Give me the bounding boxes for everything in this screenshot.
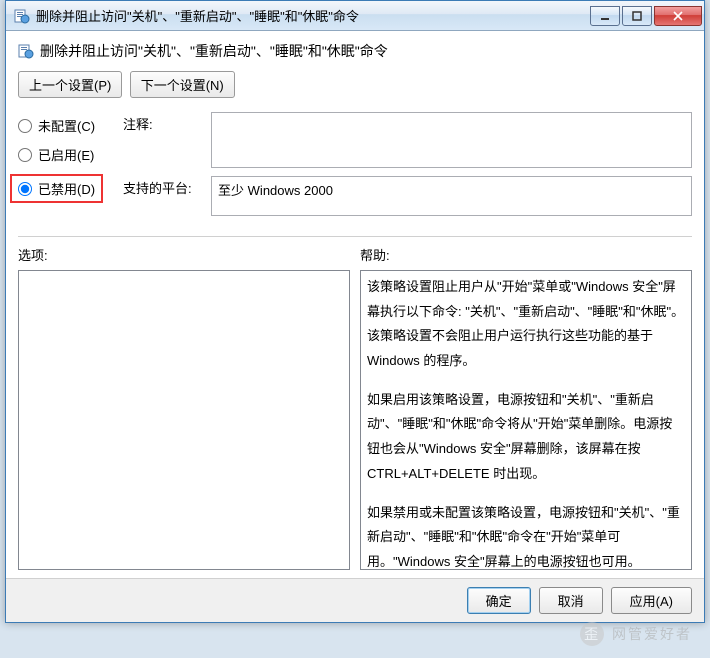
options-column: 选项: xyxy=(18,245,350,570)
separator xyxy=(18,236,692,237)
radio-disabled-label: 已禁用(D) xyxy=(38,179,95,198)
dialog-content: 删除并阻止访问"关机"、"重新启动"、"睡眠"和"休眠"命令 上一个设置(P) … xyxy=(6,31,704,578)
prev-setting-button[interactable]: 上一个设置(P) xyxy=(18,71,122,98)
radio-disabled[interactable]: 已禁用(D) xyxy=(10,174,103,203)
header-row: 删除并阻止访问"关机"、"重新启动"、"睡眠"和"休眠"命令 xyxy=(18,41,692,61)
close-button[interactable] xyxy=(654,6,702,26)
ok-button[interactable]: 确定 xyxy=(467,587,531,614)
comment-row: 注释: xyxy=(123,112,692,168)
minimize-button[interactable] xyxy=(590,6,620,26)
options-label: 选项: xyxy=(18,245,350,264)
radio-enabled[interactable]: 已启用(E) xyxy=(18,145,103,164)
radio-not-configured-input[interactable] xyxy=(18,119,32,133)
help-paragraph: 如果启用该策略设置，电源按钮和"关机"、"重新启动"、"睡眠"和"休眠"命令将从… xyxy=(367,388,685,487)
cancel-button[interactable]: 取消 xyxy=(539,587,603,614)
state-radios: 未配置(C) 已启用(E) 已禁用(D) xyxy=(18,112,103,203)
radio-disabled-input[interactable] xyxy=(18,182,32,196)
help-label: 帮助: xyxy=(360,245,692,264)
window-buttons xyxy=(590,6,702,26)
watermark-icon: 歪 xyxy=(580,622,604,646)
help-paragraph: 如果禁用或未配置该策略设置，电源按钮和"关机"、"重新启动"、"睡眠"和"休眠"… xyxy=(367,501,685,571)
titlebar-text: 删除并阻止访问"关机"、"重新启动"、"睡眠"和"休眠"命令 xyxy=(36,6,590,25)
watermark-text: 网管爱好者 xyxy=(612,626,692,642)
help-column: 帮助: 该策略设置阻止用户从"开始"菜单或"Windows 安全"屏幕执行以下命… xyxy=(360,245,692,570)
watermark: 歪 网管爱好者 xyxy=(578,622,692,646)
radio-enabled-label: 已启用(E) xyxy=(38,145,94,164)
nav-row: 上一个设置(P) 下一个设置(N) xyxy=(18,71,692,98)
policy-icon xyxy=(14,8,30,24)
platform-box[interactable]: 至少 Windows 2000 xyxy=(211,176,692,216)
dialog-window: 删除并阻止访问"关机"、"重新启动"、"睡眠"和"休眠"命令 删除并阻止访问"关… xyxy=(5,0,705,623)
comment-label: 注释: xyxy=(123,112,203,133)
apply-button[interactable]: 应用(A) xyxy=(611,587,692,614)
dialog-footer: 确定 取消 应用(A) xyxy=(6,578,704,622)
comment-textarea[interactable] xyxy=(211,112,692,168)
platform-row: 支持的平台: 至少 Windows 2000 xyxy=(123,176,692,216)
titlebar[interactable]: 删除并阻止访问"关机"、"重新启动"、"睡眠"和"休眠"命令 xyxy=(6,1,704,31)
help-listbox[interactable]: 该策略设置阻止用户从"开始"菜单或"Windows 安全"屏幕执行以下命令: "… xyxy=(360,270,692,570)
options-listbox[interactable] xyxy=(18,270,350,570)
radio-not-configured[interactable]: 未配置(C) xyxy=(18,116,103,135)
fields: 注释: 支持的平台: 至少 Windows 2000 xyxy=(123,112,692,224)
radio-enabled-input[interactable] xyxy=(18,148,32,162)
policy-title: 删除并阻止访问"关机"、"重新启动"、"睡眠"和"休眠"命令 xyxy=(40,41,388,61)
help-paragraph: 该策略设置阻止用户从"开始"菜单或"Windows 安全"屏幕执行以下命令: "… xyxy=(367,275,685,374)
columns: 选项: 帮助: 该策略设置阻止用户从"开始"菜单或"Windows 安全"屏幕执… xyxy=(18,245,692,570)
platform-label: 支持的平台: xyxy=(123,176,203,197)
config-row: 未配置(C) 已启用(E) 已禁用(D) 注释: 支持的平台: xyxy=(18,112,692,224)
radio-not-configured-label: 未配置(C) xyxy=(38,116,95,135)
policy-icon xyxy=(18,43,34,59)
maximize-button[interactable] xyxy=(622,6,652,26)
next-setting-button[interactable]: 下一个设置(N) xyxy=(130,71,235,98)
